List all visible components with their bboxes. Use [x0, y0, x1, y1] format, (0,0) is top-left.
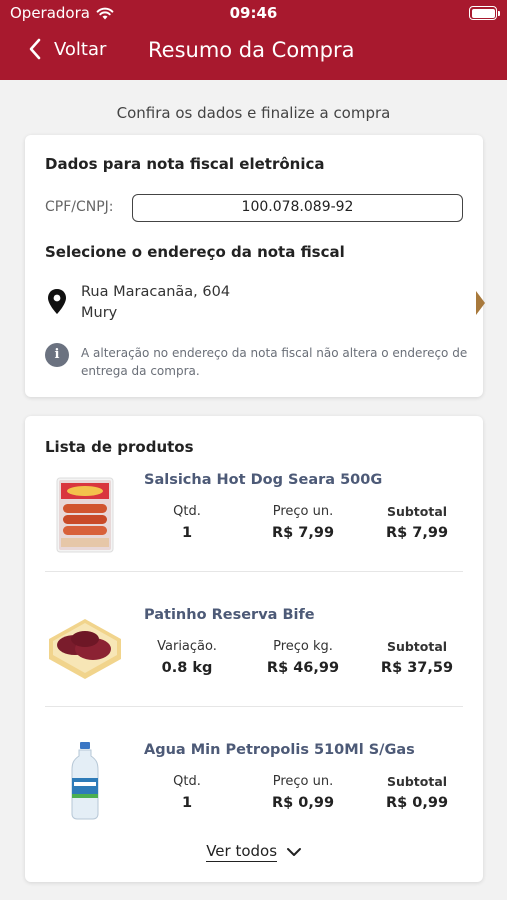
address-line-district: Mury	[81, 305, 118, 321]
see-all-label: Ver todos	[206, 842, 278, 862]
product-image-water-bottle	[71, 742, 99, 820]
product-name: Agua Min Petropolis 510Ml S/Gas	[144, 742, 415, 758]
product-unit-price: Preço un. R$ 0,99	[271, 774, 335, 811]
product-item: Salsicha Hot Dog Seara 500G Qtd. 1 Preço…	[45, 468, 463, 588]
product-name: Patinho Reserva Bife	[144, 607, 315, 623]
product-qty: Qtd. 1	[173, 504, 201, 541]
address-line-street: Rua Maracanãa, 604	[81, 284, 231, 300]
product-item: Agua Min Petropolis 510Ml S/Gas Qtd. 1 P…	[45, 738, 463, 858]
back-label: Voltar	[54, 38, 107, 60]
back-button[interactable]: Voltar	[28, 38, 106, 60]
invoice-heading: Dados para nota fiscal eletrônica	[45, 155, 325, 173]
location-pin-icon	[48, 289, 66, 314]
status-time: 09:46	[229, 4, 278, 22]
address-selector[interactable]: Rua Maracanãa, 604 Mury	[45, 281, 485, 325]
info-text: A alteração no endereço da nota fiscal n…	[81, 346, 468, 378]
address-text: Rua Maracanãa, 604 Mury	[81, 282, 230, 324]
page-subtitle: Confira os dados e finalize a compra	[116, 104, 391, 122]
app-header: Operadora 09:46 Voltar Resumo da Compra	[0, 0, 507, 80]
chevron-down-icon	[286, 847, 301, 856]
product-subtotal: Subtotal R$ 0,99	[385, 774, 449, 811]
product-name: Salsicha Hot Dog Seara 500G	[144, 472, 383, 488]
product-subtotal: Subtotal R$ 37,59	[380, 639, 454, 676]
cpf-field[interactable]: 100.078.089-92	[132, 194, 463, 222]
chevron-left-icon	[29, 38, 41, 60]
product-unit-price: Preço un. R$ 7,99	[271, 504, 335, 541]
battery-icon	[469, 6, 500, 20]
divider	[45, 706, 463, 707]
info-icon: i	[45, 343, 69, 367]
divider	[45, 571, 463, 572]
product-subtotal: Subtotal R$ 7,99	[385, 504, 449, 541]
address-heading: Selecione o endereço da nota fiscal	[45, 243, 345, 261]
product-image-sausage	[56, 477, 114, 553]
product-qty: Qtd. 1	[173, 774, 201, 811]
products-card: Lista de produtos Salsicha Hot Dog Seara…	[25, 416, 483, 882]
products-heading: Lista de produtos	[45, 438, 194, 456]
see-all-button[interactable]: Ver todos	[25, 842, 483, 862]
product-item: Patinho Reserva Bife Variação. 0.8 kg Pr…	[45, 603, 463, 723]
invoice-card: Dados para nota fiscal eletrônica CPF/CN…	[25, 135, 485, 397]
chevron-right-icon	[476, 291, 485, 315]
product-image-beef	[49, 619, 121, 679]
product-variation: Variação. 0.8 kg	[157, 639, 217, 676]
page-title: Resumo da Compra	[148, 38, 355, 62]
product-kg-price: Preço kg. R$ 46,99	[266, 639, 340, 676]
cpf-label: CPF/CNPJ:	[45, 199, 114, 215]
